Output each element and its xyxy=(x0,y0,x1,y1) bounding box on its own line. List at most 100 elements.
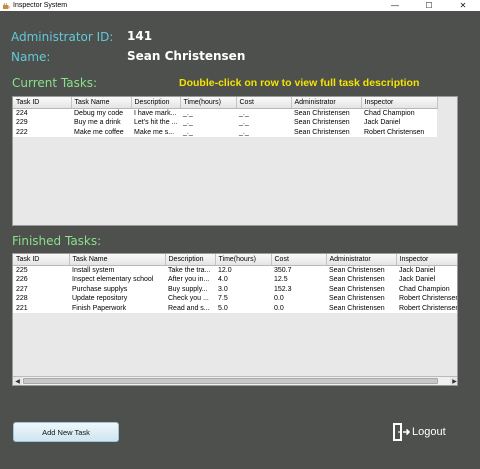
table-row[interactable]: 227 Purchase supplys Buy supply... 3.0 1… xyxy=(13,284,457,294)
title-bar: Inspector System — ☐ ✕ xyxy=(0,0,480,11)
column-header[interactable]: Time(hours) xyxy=(215,254,272,266)
table-cell: 221 xyxy=(13,303,69,313)
finished-tasks-table[interactable]: Task ID Task Name Description Time(hours… xyxy=(12,253,458,386)
double-click-hint: Double-click on row to view full task de… xyxy=(179,77,420,89)
table-cell: 152.3 xyxy=(271,284,326,294)
table-row[interactable]: 226 Inspect elementary school After you … xyxy=(13,275,457,285)
table-cell: 7.5 xyxy=(215,294,271,304)
table-cell: Sean Christensen xyxy=(326,284,396,294)
close-button[interactable]: ✕ xyxy=(446,0,480,11)
table-cell: Sean Christensen xyxy=(291,108,361,118)
table-cell: _._ xyxy=(236,127,291,137)
column-header[interactable]: Inspector xyxy=(396,254,457,266)
table-cell: Let's hit the ... xyxy=(131,118,180,128)
column-header[interactable]: Administrator xyxy=(326,254,397,266)
table-cell: Sean Christensen xyxy=(326,265,396,275)
table-row[interactable]: 228 Update repository Check you ... 7.5 … xyxy=(13,294,457,304)
column-header[interactable]: Task Name xyxy=(69,254,166,266)
table-cell: _._ xyxy=(180,108,236,118)
table-cell: I have mark... xyxy=(131,108,180,118)
table-row[interactable]: 222 Make me coffee Make me s... _._ _._ … xyxy=(13,127,437,137)
column-header[interactable]: Cost xyxy=(236,97,292,109)
column-header[interactable]: Inspector xyxy=(361,97,438,109)
table-row[interactable]: 229 Buy me a drink Let's hit the ... _._… xyxy=(13,118,437,128)
table-cell: Take the tra... xyxy=(165,265,215,275)
table-cell: Check you ... xyxy=(165,294,215,304)
table-cell: Sean Christensen xyxy=(326,294,396,304)
administrator-id-value: 141 xyxy=(127,29,153,43)
table-cell: 4.0 xyxy=(215,275,271,285)
column-header[interactable]: Description xyxy=(131,97,181,109)
table-cell: _._ xyxy=(236,108,291,118)
table-cell: 350.7 xyxy=(271,265,326,275)
table-cell: 222 xyxy=(13,127,71,137)
table-cell: Chad Champion xyxy=(361,108,437,118)
table-row[interactable]: 221 Finish Paperwork Read and s... 5.0 0… xyxy=(13,303,457,313)
table-row[interactable]: 225 Install system Take the tra... 12.0 … xyxy=(13,265,457,275)
table-cell: 224 xyxy=(13,108,71,118)
administrator-id-label: Administrator ID: xyxy=(11,30,114,44)
column-header[interactable]: Description xyxy=(165,254,216,266)
table-cell: Finish Paperwork xyxy=(69,303,165,313)
table-cell: 12.0 xyxy=(215,265,271,275)
column-header[interactable]: Task ID xyxy=(13,97,72,109)
table-cell: Sean Christensen xyxy=(291,127,361,137)
logout-label: Logout xyxy=(412,426,446,438)
table-cell: Make me coffee xyxy=(71,127,131,137)
column-header[interactable]: Cost xyxy=(271,254,327,266)
table-cell: 3.0 xyxy=(215,284,271,294)
arrow-right-icon[interactable]: ▶ xyxy=(450,377,457,385)
table-cell: 12.5 xyxy=(271,275,326,285)
table-cell: _._ xyxy=(180,127,236,137)
current-tasks-table[interactable]: Task ID Task Name Description Time(hours… xyxy=(12,96,458,226)
table-cell: Purchase supplys xyxy=(69,284,165,294)
table-cell: _._ xyxy=(180,118,236,128)
table-cell: After you in... xyxy=(165,275,215,285)
table-cell: Buy me a drink xyxy=(71,118,131,128)
table-cell: Sean Christensen xyxy=(326,303,396,313)
table-cell: Jack Daniel xyxy=(396,275,457,285)
table-cell: 0.0 xyxy=(271,303,326,313)
table-cell: 225 xyxy=(13,265,69,275)
table-cell: Robert Christensen xyxy=(396,303,457,313)
table-cell: Sean Christensen xyxy=(326,275,396,285)
table-cell: Robert Christensen xyxy=(396,294,457,304)
table-header-row: Task ID Task Name Description Time(hours… xyxy=(13,97,438,109)
table-cell: 229 xyxy=(13,118,71,128)
table-cell: Jack Daniel xyxy=(396,265,457,275)
table-cell: Update repository xyxy=(69,294,165,304)
arrow-left-icon[interactable]: ◀ xyxy=(13,377,22,385)
table-cell: 227 xyxy=(13,284,69,294)
current-tasks-title: Current Tasks: xyxy=(12,76,98,90)
add-new-task-button[interactable]: Add New Task xyxy=(13,422,119,442)
scrollbar-thumb[interactable] xyxy=(23,378,438,384)
table-cell: 0.0 xyxy=(271,294,326,304)
horizontal-scrollbar[interactable]: ◀ ▶ xyxy=(13,376,457,385)
column-header[interactable]: Administrator xyxy=(291,97,362,109)
table-row[interactable]: 224 Debug my code I have mark... _._ _._… xyxy=(13,108,437,118)
finished-tasks-title: Finished Tasks: xyxy=(12,234,102,248)
table-cell: Jack Daniel xyxy=(361,118,437,128)
column-header[interactable]: Task ID xyxy=(13,254,70,266)
table-cell: Inspect elementary school xyxy=(69,275,165,285)
table-cell: Read and s... xyxy=(165,303,215,313)
table-cell: _._ xyxy=(236,118,291,128)
table-cell: 226 xyxy=(13,275,69,285)
column-header[interactable]: Task Name xyxy=(71,97,132,109)
table-cell: Make me s... xyxy=(131,127,180,137)
table-cell: 228 xyxy=(13,294,69,304)
name-label: Name: xyxy=(11,50,51,64)
maximize-button[interactable]: ☐ xyxy=(412,0,446,11)
column-header[interactable]: Time(hours) xyxy=(180,97,237,109)
app-icon xyxy=(2,2,10,10)
table-cell: 5.0 xyxy=(215,303,271,313)
table-cell: Buy supply... xyxy=(165,284,215,294)
door-exit-icon xyxy=(392,422,411,442)
table-cell: Debug my code xyxy=(71,108,131,118)
table-cell: Sean Christensen xyxy=(291,118,361,128)
table-cell: Robert Christensen xyxy=(361,127,437,137)
window-title: Inspector System xyxy=(13,2,68,9)
table-header-row: Task ID Task Name Description Time(hours… xyxy=(13,254,457,266)
logout-button[interactable]: Logout xyxy=(392,421,446,443)
minimize-button[interactable]: — xyxy=(378,0,412,11)
